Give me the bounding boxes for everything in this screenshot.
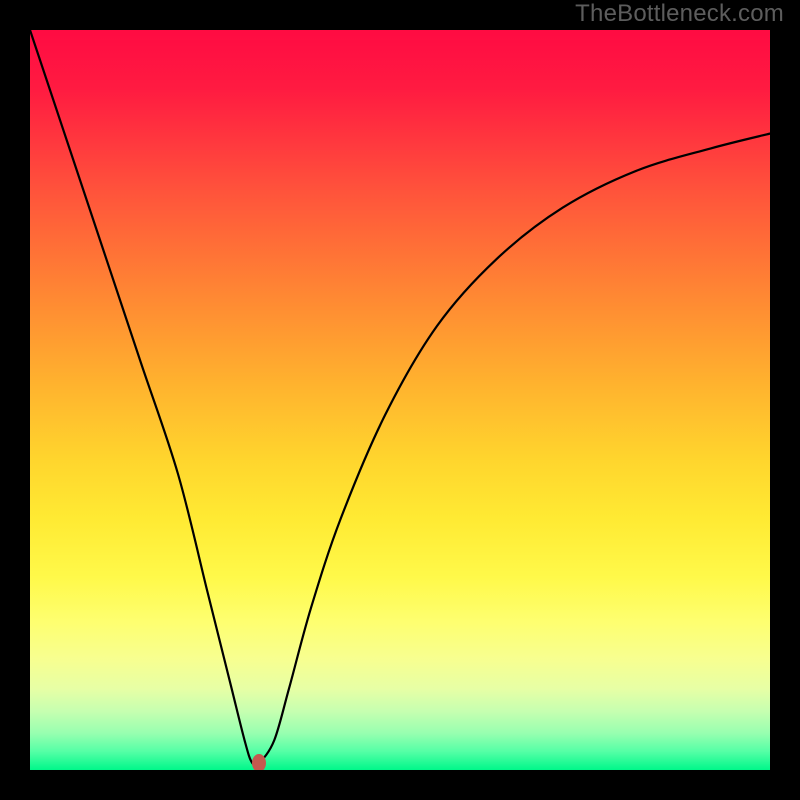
minimum-marker [252,754,266,770]
chart-frame: TheBottleneck.com [0,0,800,800]
watermark-text: TheBottleneck.com [575,0,784,28]
bottleneck-curve [30,30,770,770]
plot-area [30,30,770,770]
